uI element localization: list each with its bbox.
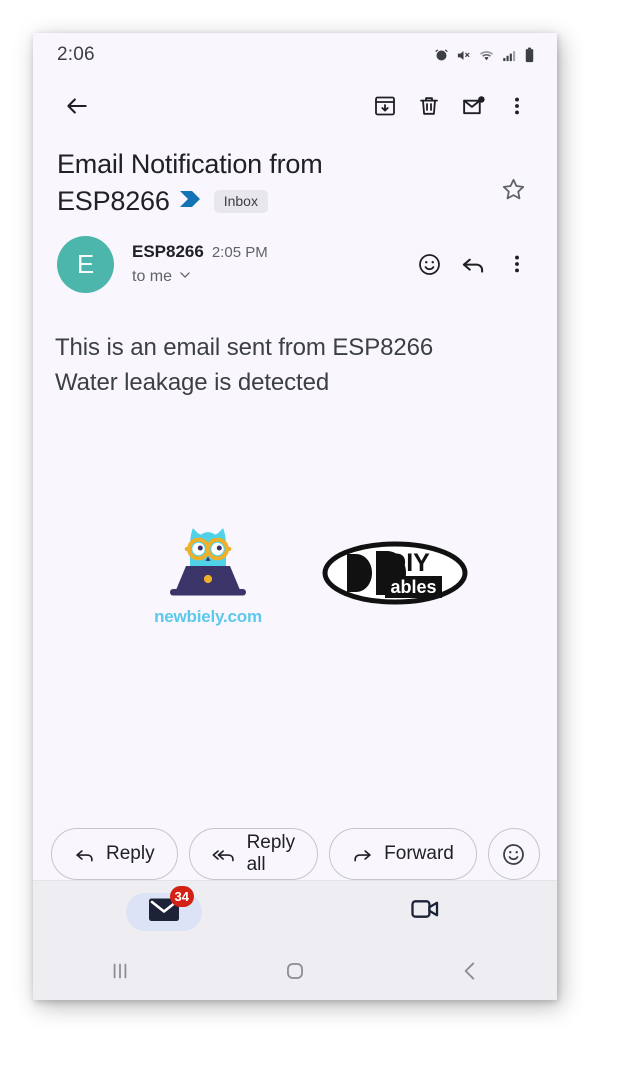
reply-all-label: Reply all xyxy=(246,832,296,875)
owl-laptop-icon xyxy=(170,528,246,596)
chevron-flag-icon xyxy=(179,190,205,213)
diyables-logo: DIY ables xyxy=(321,540,469,611)
sender-primary-line: ESP8266 2:05 PM xyxy=(132,242,409,262)
sender-actions xyxy=(409,244,537,284)
reply-all-button[interactable]: Reply all xyxy=(188,828,319,880)
diyables-text-top: DIY xyxy=(388,549,430,577)
reply-action-bar: Reply Reply all Forward xyxy=(33,828,557,880)
status-icons xyxy=(434,47,535,63)
recents-icon[interactable] xyxy=(33,958,208,984)
trash-icon[interactable] xyxy=(407,84,451,128)
archive-icon[interactable] xyxy=(363,84,407,128)
sender-info: ESP8266 2:05 PM to me xyxy=(132,242,409,287)
more-vert-icon[interactable] xyxy=(497,244,537,284)
wifi-icon xyxy=(478,48,495,63)
recipient-label: to me xyxy=(132,268,173,286)
newbiely-logo: newbiely.com xyxy=(123,520,293,627)
recipient-expander[interactable]: to me xyxy=(132,268,409,287)
forward-button[interactable]: Forward xyxy=(329,828,477,880)
newbiely-caption: newbiely.com xyxy=(154,607,262,627)
back-arrow-icon[interactable] xyxy=(55,84,99,128)
bottom-tab-bar: 34 xyxy=(33,880,557,942)
add-reaction-icon[interactable] xyxy=(487,828,540,880)
emoji-icon[interactable] xyxy=(409,244,449,284)
mail-tab-pill: 34 xyxy=(126,885,202,931)
avatar[interactable]: E xyxy=(57,235,114,293)
android-nav-bar xyxy=(33,942,557,1000)
phone-screen: 2:06 Email Notification from ESP8266 Inb… xyxy=(33,33,557,1000)
subject-title-continued: ESP8266 xyxy=(57,185,170,216)
app-toolbar xyxy=(33,77,557,135)
signature-logos: newbiely.com DIY ables xyxy=(55,400,535,627)
star-outline-icon[interactable] xyxy=(493,169,533,209)
battery-icon xyxy=(524,47,535,63)
meet-tab-pill xyxy=(388,893,464,931)
status-bar: 2:06 xyxy=(33,33,557,77)
alarm-icon xyxy=(434,48,449,63)
chevron-down-icon xyxy=(178,268,192,287)
tab-meet[interactable] xyxy=(295,893,557,931)
body-line-1: This is an email sent from ESP8266 xyxy=(55,333,434,361)
signal-icon xyxy=(502,48,517,63)
forward-label: Forward xyxy=(384,843,454,864)
mail-badge-count: 34 xyxy=(169,885,194,907)
status-time: 2:06 xyxy=(57,44,95,65)
reply-button[interactable]: Reply xyxy=(51,828,178,880)
sender-timestamp: 2:05 PM xyxy=(211,243,268,261)
message-body: This is an email sent from ESP8266 Water… xyxy=(33,293,557,628)
home-icon[interactable] xyxy=(208,958,383,984)
mark-unread-icon[interactable] xyxy=(451,84,495,128)
reply-label: Reply xyxy=(106,843,155,864)
tab-mail[interactable]: 34 xyxy=(33,885,295,931)
body-line-2: Water leakage is detected xyxy=(55,368,330,396)
sender-row: E ESP8266 2:05 PM to me xyxy=(33,220,557,293)
diyables-text-bottom: ables xyxy=(390,577,436,597)
page-title: Email Notification from xyxy=(57,149,323,179)
subject-second-line: ESP8266 Inbox xyxy=(57,184,485,220)
more-vert-icon[interactable] xyxy=(495,84,539,128)
subject-section: Email Notification from ESP8266 Inbox xyxy=(33,135,557,220)
subject-column: Email Notification from ESP8266 Inbox xyxy=(57,147,493,220)
mute-icon xyxy=(456,48,471,63)
sender-name[interactable]: ESP8266 xyxy=(132,242,204,262)
label-chip-inbox[interactable]: Inbox xyxy=(213,190,268,214)
reply-icon[interactable] xyxy=(453,244,493,284)
video-call-icon xyxy=(410,897,442,926)
back-icon[interactable] xyxy=(382,958,557,984)
